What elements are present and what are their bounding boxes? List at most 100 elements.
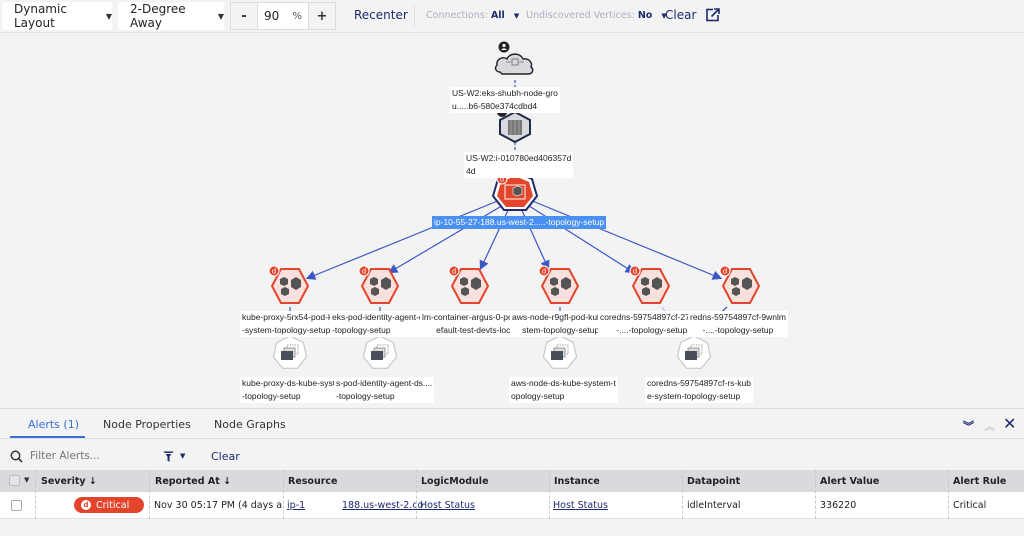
filter-alerts-input[interactable] [30,447,140,465]
node-label: redns-59754897cf-9wnlm -....-topology-set… [688,311,788,337]
alert-value-cell: 336220 [820,500,857,511]
column-divider [948,470,949,519]
column-divider [35,470,36,519]
instance-link[interactable]: Host Status [553,500,608,511]
edge [525,203,636,274]
tab-node-properties[interactable]: Node Properties [103,418,191,431]
tab-node-graphs[interactable]: Node Graphs [214,418,286,431]
node-label: eks-pod-identity-agent-c4 -topology-setup [330,311,430,337]
undiscovered-label: Undiscovered Vertices: [526,10,635,21]
select-all-checkbox[interactable] [9,475,20,486]
column-divider [416,470,417,519]
column-datapoint[interactable]: Datapoint [687,476,740,487]
node-label: US-W2:eks-shubh-node-gro u.....b6-580e374… [450,87,560,113]
column-resource[interactable]: Resource [288,476,337,487]
sort-down-icon: ↓ [88,476,97,487]
set-node[interactable] [676,335,712,369]
svg-text:d: d [272,268,276,276]
panel-tabs: Alerts (1) Node Properties Node Graphs ︾… [0,409,1024,439]
pod-node[interactable]: d [719,265,761,304]
node-label: kube-proxy-5rx54-pod-ku -system-topology-… [240,311,339,337]
chevron-down-icon: ▼ [217,11,224,21]
undiscovered-dropdown[interactable]: Undiscovered Vertices: No ▼ [526,10,667,21]
active-tab-indicator [10,436,85,438]
column-alert-rule[interactable]: Alert Rule [953,476,1006,487]
pod-node[interactable]: d [538,265,580,304]
column-logicmodule[interactable]: LogicModule [421,476,489,487]
resource-link[interactable]: ip-1 [287,500,305,511]
sort-down-icon: ↓ [223,476,232,487]
node-label: coredns-59754897cf-rs-kub e-system-topolo… [645,377,753,403]
set-node[interactable] [272,335,308,369]
clear-button[interactable]: Clear [665,8,696,22]
table-row[interactable]: d Critical Nov 30 05:17 PM (4 days ago) … [0,492,1024,519]
column-divider [549,470,550,519]
logicmodule-link[interactable]: Host Status [420,500,475,511]
pod-node[interactable]: d [268,265,310,304]
node-label: s-pod-identity-agent-ds.... -topology-set… [334,377,435,403]
layout-dropdown-label: Dynamic Layout [14,2,67,30]
pod-node[interactable]: d [358,265,400,304]
external-link-icon[interactable] [706,8,720,22]
column-reported-at[interactable]: Reported At ↓ [155,476,231,487]
column-divider [682,470,683,519]
chevron-down-icon[interactable]: ▼ [24,476,29,484]
pod-node[interactable]: d [448,265,490,304]
table-header: ▼ Severity ↓ Reported At ↓ Resource Logi… [0,470,1024,492]
connections-dropdown[interactable]: Connections: All ▼ [426,10,519,21]
topology-graph[interactable]: d dddddd US-W2:eks-shubh-node-gro u.....b… [0,34,1024,408]
column-instance[interactable]: Instance [554,476,600,487]
search-icon [10,450,23,463]
node-label: aws-node-r9gfl-pod-kube-stem-topology-se… [510,311,612,337]
pod-node[interactable]: d [629,265,671,304]
zoom-value: 90 [264,9,280,23]
column-divider [283,470,284,519]
chevron-down-icon[interactable]: ▼ [180,452,185,460]
tab-alerts[interactable]: Alerts (1) [28,418,79,431]
node-label: kube-proxy-ds-kube-system -topology-setup [240,377,349,403]
svg-text:d: d [452,268,456,276]
svg-text:d: d [723,268,727,276]
column-divider [815,470,816,519]
zoom-stepper: - 90 % + [230,2,336,30]
node-label: aws-node-ds-kube-system-t opology-setup [509,377,618,403]
resource-link[interactable]: 188.us-west-2.co [342,500,423,511]
zoom-unit: % [292,10,302,22]
details-panel: Alerts (1) Node Properties Node Graphs ︾… [0,408,1024,536]
toolbar: Dynamic Layout ▼ 2-Degree Away ▼ - 90 % … [0,0,1024,33]
zoom-input[interactable]: 90 % [257,3,309,29]
chevron-down-icon: ▼ [105,11,112,21]
connections-label: Connections: [426,10,488,21]
node-label: US-W2:i-010780ed406357d 4d [464,152,574,178]
clear-filter-button[interactable]: Clear [211,450,240,463]
zoom-out-button[interactable]: - [231,3,257,29]
alert-rule-cell: Critical [953,500,987,511]
connections-value: All [490,10,505,21]
reported-at-cell: Nov 30 05:17 PM (4 days ago) [154,500,282,511]
column-alert-value[interactable]: Alert Value [820,476,879,487]
row-checkbox[interactable] [11,500,22,511]
critical-icon: d [81,500,91,510]
toolbar-divider [414,6,415,26]
recenter-button[interactable]: Recenter [354,8,408,22]
svg-text:d: d [633,268,637,276]
collapse-down-icon[interactable]: ︾ [963,418,974,434]
undiscovered-value: No [637,10,653,21]
set-node[interactable] [542,335,578,369]
svg-text:d: d [362,268,366,276]
zoom-in-button[interactable]: + [309,3,335,29]
node-label: lm-container-argus-0-poc efault-test-devt… [420,311,519,337]
svg-text:d: d [542,268,546,276]
chevron-down-icon: ▼ [513,12,520,20]
severity-text: Critical [96,499,130,511]
set-node[interactable] [362,335,398,369]
close-panel-icon[interactable]: ✕ [1003,414,1016,433]
node-label-selected: ip-10-55-27-188.us-west-2.....-topology-… [432,216,607,229]
layout-dropdown[interactable]: Dynamic Layout ▼ [2,2,112,30]
cloud-node[interactable] [494,41,534,75]
degree-dropdown[interactable]: 2-Degree Away ▼ [118,2,224,30]
expand-up-icon[interactable]: ︽ [984,418,995,434]
column-severity[interactable]: Severity ↓ [41,476,97,487]
datapoint-cell: idleInterval [687,500,741,511]
filter-icon[interactable] [163,451,174,463]
